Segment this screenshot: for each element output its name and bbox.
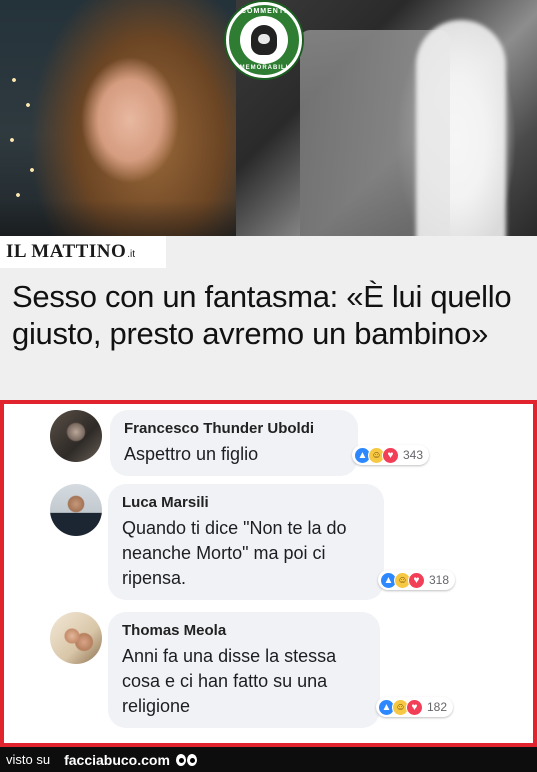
news-headline: Sesso con un fantasma: «È lui quello giu…	[12, 279, 512, 351]
site-link[interactable]: facciabuco.com	[64, 752, 170, 768]
comment-text: Quando ti dice "Non te la do neanche Mor…	[122, 518, 347, 588]
comment-text: Anni fa una disse la stessa cosa e ci ha…	[122, 646, 337, 716]
reactions-summary[interactable]: ▲ ☺ ♥ 318	[378, 570, 456, 590]
footer-bar: visto su facciabuco.com	[0, 747, 537, 772]
love-icon: ♥	[382, 446, 399, 464]
visto-su-label: visto su	[6, 752, 51, 767]
comments-panel: Francesco Thunder Uboldi Aspettro un fig…	[0, 400, 537, 747]
badge-bottom-text: MEMORABILI	[239, 65, 289, 71]
avatar[interactable]	[50, 484, 102, 536]
comment-author[interactable]: Francesco Thunder Uboldi	[124, 420, 344, 437]
comment-bubble: Luca Marsili Quando ti dice "Non te la d…	[108, 484, 384, 600]
woman-photo	[0, 0, 236, 270]
love-icon: ♥	[408, 571, 425, 589]
reactions-summary[interactable]: ▲ ☺ ♥ 182	[376, 697, 454, 717]
comment-bubble: Thomas Meola Anni fa una disse la stessa…	[108, 612, 380, 728]
eyes-icon	[175, 753, 198, 766]
comment-author[interactable]: Luca Marsili	[122, 494, 370, 511]
news-photo: COMMENTI MEMORABILI	[0, 0, 537, 270]
reaction-count: 318	[429, 573, 450, 587]
christmas-lights	[4, 60, 44, 210]
il-mattino-logo: IL MATTINO .it	[0, 236, 166, 268]
face-icon	[251, 25, 277, 55]
reaction-count: 343	[403, 448, 424, 462]
ghost-figure	[416, 20, 506, 260]
logo-suffix: .it	[127, 248, 136, 260]
badge-top-text: COMMENTI	[240, 8, 288, 15]
commenti-memorabili-badge: COMMENTI MEMORABILI	[226, 2, 302, 78]
reactions-summary[interactable]: ▲ ☺ ♥ 343	[352, 445, 430, 465]
avatar[interactable]	[50, 410, 102, 462]
love-icon: ♥	[406, 698, 423, 716]
logo-text: IL MATTINO	[6, 241, 127, 262]
comment-bubble: Francesco Thunder Uboldi Aspettro un fig…	[110, 410, 358, 476]
comment-author[interactable]: Thomas Meola	[122, 622, 366, 639]
avatar[interactable]	[50, 612, 102, 664]
reaction-count: 182	[427, 700, 448, 714]
comment-text: Aspettro un figlio	[124, 444, 259, 464]
